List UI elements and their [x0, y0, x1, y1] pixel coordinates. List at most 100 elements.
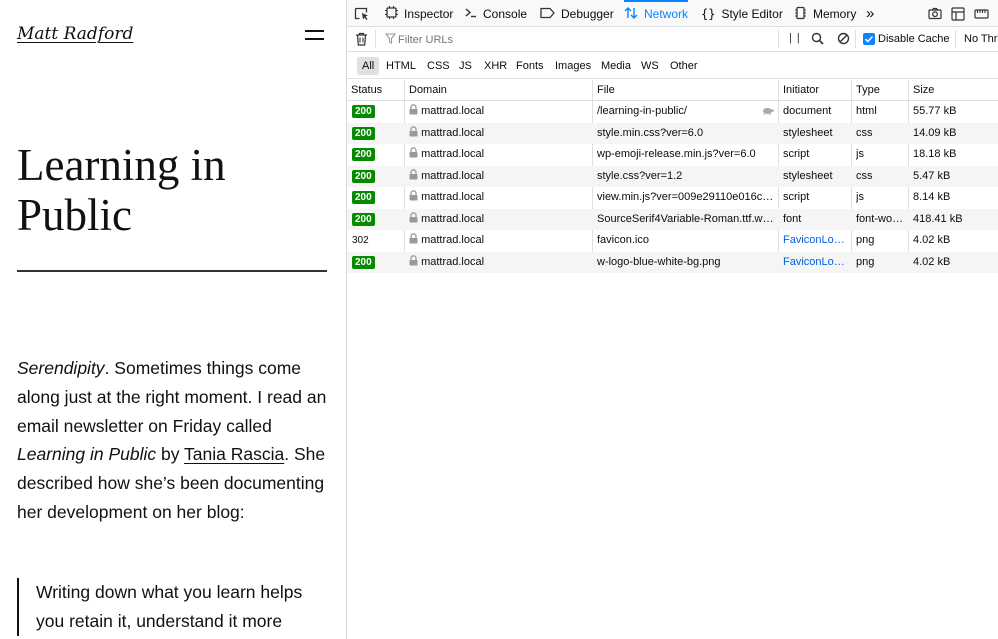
- cell-domain: mattrad.local: [409, 187, 589, 209]
- lock-icon: [409, 190, 418, 201]
- cell-initiator: stylesheet: [783, 123, 847, 145]
- file-text: wp-emoji-release.min.js?ver=6.0: [597, 148, 756, 160]
- request-row[interactable]: 200 mattrad.local w-logo-blue-white-bg.pn…: [347, 251, 998, 274]
- filter-all[interactable]: All: [357, 57, 380, 75]
- initiator-text: stylesheet: [783, 126, 833, 139]
- tab-debugger[interactable]: Debugger: [540, 0, 614, 27]
- filter-media[interactable]: Media: [596, 57, 636, 75]
- filter-ws[interactable]: WS: [636, 57, 664, 75]
- filter-html[interactable]: HTML: [381, 57, 421, 75]
- request-row[interactable]: 200 mattrad.local style.min.css?ver=6.0 st…: [347, 122, 998, 145]
- cell-type: js: [856, 187, 906, 209]
- file-text: view.min.js?ver=009e29110e016c14ba: [597, 191, 775, 203]
- column-initiator[interactable]: Initiator: [779, 80, 819, 101]
- post-title: Learning in Public: [17, 140, 226, 240]
- column-domain[interactable]: Domain: [405, 80, 447, 101]
- post-quote: Writing down what you learn helps you re…: [17, 578, 329, 636]
- column-file[interactable]: File: [593, 80, 615, 101]
- checkmark-icon: [864, 35, 874, 43]
- tab-label: Memory: [813, 6, 857, 21]
- ruler-button[interactable]: [974, 0, 989, 27]
- request-row[interactable]: 200 mattrad.local SourceSerif4Variable-Ro…: [347, 208, 998, 230]
- debugger-icon: [540, 7, 555, 21]
- cell-domain: mattrad.local: [409, 230, 589, 252]
- hamburger-menu-button[interactable]: [305, 28, 324, 42]
- file-text: SourceSerif4Variable-Roman.ttf.woff2: [597, 212, 775, 225]
- pause-icon: | |: [789, 32, 801, 44]
- cell-size: 55.77 kB: [913, 101, 995, 123]
- initiator-text: FaviconLoa…: [783, 234, 847, 246]
- filter-urls-input[interactable]: [398, 31, 776, 48]
- responsive-design-button[interactable]: [951, 0, 965, 27]
- site-title-link[interactable]: Matt Radford: [17, 24, 133, 44]
- disable-cache-checkbox[interactable]: [863, 33, 875, 45]
- filter-other[interactable]: Other: [665, 57, 703, 75]
- request-row[interactable]: 200 mattrad.local/learning-in-public/doc…: [347, 101, 998, 123]
- type-text: png: [856, 255, 875, 268]
- cell-initiator: stylesheet: [783, 166, 847, 188]
- cell-file: wp-emoji-release.min.js?ver=6.0: [597, 144, 775, 166]
- cell-domain: mattrad.local: [409, 101, 589, 123]
- cell-file: style.css?ver=1.2: [597, 166, 775, 188]
- throttling-select[interactable]: No Thro: [964, 33, 998, 45]
- cell-size: 4.02 kB: [913, 252, 995, 274]
- filter-xhr[interactable]: XHR: [479, 57, 512, 75]
- type-text: js: [856, 191, 864, 203]
- size-text: 5.47 kB: [913, 169, 951, 182]
- tab-memory[interactable]: Memory: [794, 0, 856, 27]
- initiator-text: font: [783, 212, 802, 225]
- tab-network[interactable]: Network: [624, 0, 689, 27]
- block-requests-button[interactable]: [837, 32, 850, 48]
- console-icon: [464, 6, 477, 21]
- cell-type: png: [856, 230, 906, 252]
- request-row[interactable]: 200 mattrad.local view.min.js?ver=009e291…: [347, 187, 998, 209]
- screenshot-button[interactable]: [928, 0, 942, 27]
- column-status[interactable]: Status: [347, 80, 382, 101]
- size-text: 4.02 kB: [913, 234, 951, 246]
- camera-icon: [928, 7, 942, 20]
- filter-css[interactable]: CSS: [422, 57, 455, 75]
- cell-file: favicon.ico: [597, 230, 775, 252]
- column-size[interactable]: Size: [909, 80, 934, 101]
- devtools-panel: Inspector Console Debugger Network {} St…: [347, 0, 998, 639]
- request-row[interactable]: 200 mattrad.local style.css?ver=1.2 styles…: [347, 165, 998, 188]
- initiator-text: script: [783, 191, 810, 203]
- cell-initiator[interactable]: FaviconLoa…: [783, 252, 847, 274]
- tab-console[interactable]: Console: [464, 0, 527, 27]
- style-editor-icon: {}: [701, 6, 716, 21]
- file-text: favicon.ico: [597, 234, 649, 246]
- tab-style-editor[interactable]: {} Style Editor: [701, 0, 783, 27]
- request-row[interactable]: 200 mattrad.local wp-emoji-release.min.js…: [347, 144, 998, 166]
- filter-js[interactable]: JS: [454, 57, 477, 75]
- pause-button[interactable]: | |: [789, 32, 801, 44]
- author-link[interactable]: Tania Rascia: [184, 444, 284, 464]
- cell-status: 200: [352, 144, 402, 166]
- cell-status: 200: [352, 101, 402, 123]
- webpage: Matt Radford Learning in Public Serendip…: [0, 0, 346, 639]
- newsletter-name: Learning in Public: [17, 444, 157, 465]
- hamburger-icon-bar: [305, 38, 324, 40]
- cell-initiator: script: [783, 144, 847, 166]
- cell-status: 302: [352, 230, 402, 252]
- request-row[interactable]: 302 mattrad.local favicon.ico FaviconLoa… p…: [347, 230, 998, 252]
- size-text: 55.77 kB: [913, 105, 957, 117]
- filter-fonts[interactable]: Fonts: [511, 57, 549, 75]
- domain-text: mattrad.local: [421, 191, 485, 203]
- type-text: html: [856, 105, 877, 117]
- column-type[interactable]: Type: [852, 80, 880, 101]
- cell-type: css: [856, 123, 906, 145]
- cell-size: 14.09 kB: [913, 123, 995, 145]
- clear-requests-button[interactable]: [355, 32, 368, 49]
- initiator-text: stylesheet: [783, 169, 833, 182]
- more-tabs-button[interactable]: »: [866, 0, 874, 27]
- toolbar-divider: [855, 30, 856, 48]
- cell-status: 200: [352, 252, 402, 274]
- tab-inspector[interactable]: Inspector: [385, 0, 453, 27]
- disable-cache-label[interactable]: Disable Cache: [878, 33, 950, 45]
- filter-images[interactable]: Images: [550, 57, 596, 75]
- cell-initiator[interactable]: FaviconLoa…: [783, 230, 847, 252]
- search-button[interactable]: [811, 32, 824, 48]
- element-picker-icon: [354, 7, 368, 20]
- element-picker-button[interactable]: [354, 0, 370, 27]
- cell-file: style.min.css?ver=6.0: [597, 123, 775, 145]
